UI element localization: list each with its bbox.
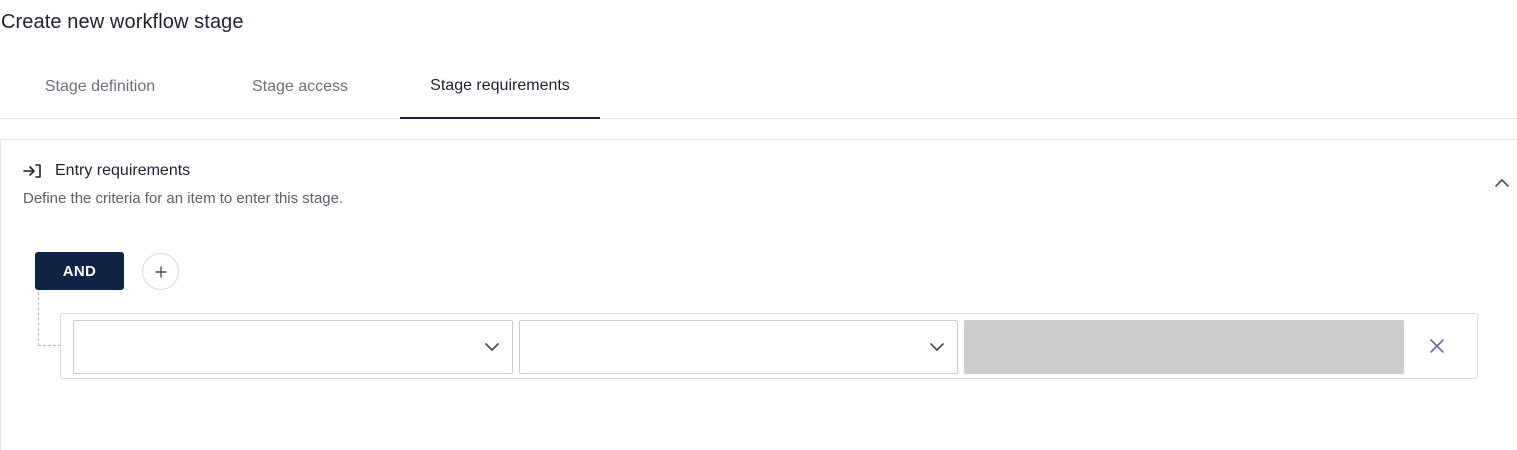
section-title: Entry requirements bbox=[55, 162, 191, 179]
tab-bar: Stage definition Stage access Stage requ… bbox=[0, 56, 1517, 119]
add-rule-button[interactable] bbox=[142, 253, 179, 290]
rule-row bbox=[60, 313, 1478, 379]
logic-operator-button[interactable]: AND bbox=[35, 252, 124, 290]
entry-requirements-panel: Entry requirements Define the criteria f… bbox=[0, 139, 1517, 450]
tab-stage-requirements[interactable]: Stage requirements bbox=[400, 56, 600, 119]
chevron-up-icon bbox=[1495, 179, 1509, 187]
value-input-disabled bbox=[964, 320, 1404, 374]
section-description: Define the criteria for an item to enter… bbox=[23, 190, 344, 207]
enter-arrow-icon bbox=[23, 162, 43, 180]
field-select[interactable] bbox=[73, 320, 513, 374]
collapse-section-button[interactable] bbox=[1492, 173, 1512, 193]
chevron-down-icon bbox=[930, 343, 944, 351]
close-icon bbox=[1430, 339, 1444, 353]
operator-select[interactable] bbox=[519, 320, 958, 374]
tab-stage-definition[interactable]: Stage definition bbox=[0, 56, 200, 117]
tab-stage-access[interactable]: Stage access bbox=[200, 56, 400, 117]
page-title: Create new workflow stage bbox=[1, 11, 244, 33]
plus-icon bbox=[154, 265, 167, 278]
section-header: Entry requirements bbox=[23, 162, 190, 180]
remove-rule-button[interactable] bbox=[1427, 336, 1447, 356]
chevron-down-icon bbox=[485, 343, 499, 351]
rule-connector-line bbox=[38, 292, 61, 346]
